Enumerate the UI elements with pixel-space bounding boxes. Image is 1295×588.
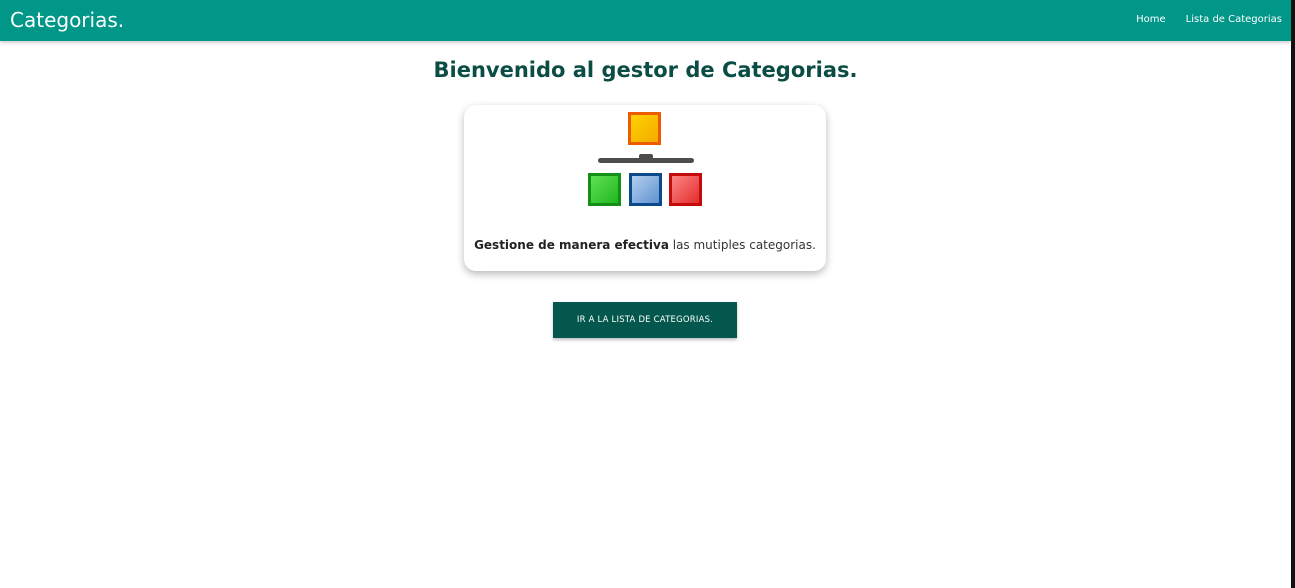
go-to-category-list-button[interactable]: IR A LA LISTA DE CATEGORIAS. bbox=[553, 302, 737, 338]
card-description: Gestione de manera efectiva las mutiples… bbox=[464, 237, 826, 253]
navbar: Categorias. Home Lista de Categorias bbox=[0, 0, 1291, 41]
card-description-rest: las mutiples categorias. bbox=[668, 238, 816, 252]
welcome-card: Gestione de manera efectiva las mutiples… bbox=[464, 105, 826, 271]
page-title: Bienvenido al gestor de Categorias. bbox=[433, 58, 858, 82]
navbar-brand[interactable]: Categorias. bbox=[10, 8, 124, 32]
nav-link-home[interactable]: Home bbox=[1136, 13, 1166, 27]
card-description-bold: Gestione de manera efectiva bbox=[474, 238, 669, 252]
nav-link-lista-de-categorias[interactable]: Lista de Categorias bbox=[1186, 13, 1282, 27]
window-edge bbox=[1291, 0, 1295, 588]
nav-links: Home Lista de Categorias bbox=[1136, 13, 1282, 27]
page: Categorias. Home Lista de Categorias Bie… bbox=[0, 0, 1295, 588]
category-hierarchy-icon bbox=[588, 112, 702, 206]
